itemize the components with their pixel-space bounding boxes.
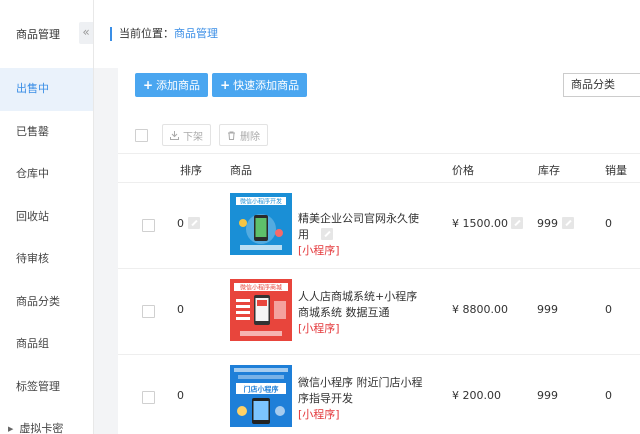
breadcrumb: 当前位置：商品管理 (110, 27, 218, 41)
product-thumbnail[interactable]: 微信小程序商城 (230, 279, 292, 341)
bulk-actions: 下架 删除 (135, 124, 268, 146)
add-product-button[interactable]: + 添加商品 (135, 73, 209, 97)
table-row: 0 微信小程序商城 人人店商城系统+小程序商城系统 数据互通 [小程序] ¥ 8… (118, 269, 640, 355)
thumbnail-caption: 门店小程序 (244, 385, 279, 394)
sales-value: 0 (605, 217, 612, 230)
product-title-cell: 人人店商城系统+小程序商城系统 数据互通 [小程序] (298, 289, 426, 337)
price-value: ¥ 1500.00 (452, 217, 508, 230)
product-thumbnail[interactable]: 门店小程序 (230, 365, 292, 427)
price-value: ¥ 8800.00 (452, 303, 508, 316)
product-title-cell: 精美企业公司官网永久使用 [小程序] (298, 211, 426, 259)
delete-label: 删除 (240, 131, 260, 143)
select-all-checkbox[interactable] (135, 128, 148, 142)
header-price[interactable]: 价格 (452, 162, 474, 178)
sidebar-item-label: 虚拟卡密 (19, 422, 64, 434)
sort-value: 0 (177, 217, 184, 230)
sidebar-item-groups[interactable]: 商品组 (0, 323, 93, 366)
sales-value: 0 (605, 303, 612, 316)
sidebar-item-warehouse[interactable]: 仓库中 (0, 153, 93, 196)
product-tag: [小程序] (298, 244, 340, 257)
header-sort[interactable]: 排序 (180, 162, 202, 178)
row-checkbox[interactable] (142, 305, 155, 318)
edit-icon[interactable] (561, 217, 574, 229)
stock-cell: 999 (537, 217, 574, 230)
product-thumbnail[interactable]: 微信小程序开发 (230, 193, 292, 255)
table-row: 0 微信小程序开发 精美企业公司官网永久使用 [小程序] ¥ 1500.00 9… (118, 183, 640, 269)
product-title[interactable]: 微信小程序 附近门店小程序指导开发 (298, 376, 423, 405)
stock-value: 999 (537, 389, 558, 402)
quick-add-product-button[interactable]: + 快速添加商品 (212, 73, 308, 97)
table-header: 排序 商品 价格 库存 销量 (118, 153, 640, 183)
sort-cell: 0 (177, 303, 184, 316)
sidebar: 商品管理 « 出售中 已售罄 仓库中 回收站 待审核 商品分类 商品组 标签管理… (0, 0, 94, 434)
sidebar-title: 商品管理 (16, 28, 60, 41)
price-value: ¥ 200.00 (452, 389, 501, 402)
stock-value: 999 (537, 217, 558, 230)
plus-icon: + (220, 78, 231, 92)
price-cell: ¥ 1500.00 (452, 217, 524, 230)
product-tag: [小程序] (298, 322, 340, 335)
breadcrumb-current[interactable]: 商品管理 (174, 27, 218, 40)
product-tag: [小程序] (298, 408, 340, 421)
sidebar-item-tags[interactable]: 标签管理 (0, 366, 93, 409)
main-panel: + 添加商品 + 快速添加商品 商品分类 下架 删除 排序 商品 价格 库存 销量 … (118, 50, 640, 434)
thumbnail-caption: 微信小程序商城 (240, 284, 282, 292)
edit-icon[interactable] (511, 217, 524, 229)
category-select[interactable]: 商品分类 (563, 73, 640, 97)
stock-value: 999 (537, 303, 558, 316)
plus-icon: + (143, 78, 154, 92)
offline-button[interactable]: 下架 (162, 124, 211, 146)
thumbnail-caption: 微信小程序开发 (240, 198, 282, 206)
sidebar-item-recycle-bin[interactable]: 回收站 (0, 196, 93, 239)
row-checkbox[interactable] (142, 391, 155, 404)
header-product: 商品 (230, 164, 252, 177)
edit-icon[interactable] (187, 217, 200, 229)
edit-icon[interactable] (320, 228, 333, 240)
table-row: 0 门店小程序 微信小程序 附近门店小程序指导开发 [小程序] ¥ 200.00… (118, 355, 640, 434)
sidebar-item-sold-out[interactable]: 已售罄 (0, 111, 93, 154)
sales-value: 0 (605, 389, 612, 402)
header-sales[interactable]: 销量 (605, 162, 627, 178)
sidebar-item-on-sale[interactable]: 出售中 (0, 68, 93, 111)
breadcrumb-label: 当前位置： (119, 27, 174, 40)
row-checkbox[interactable] (142, 219, 155, 232)
delete-button[interactable]: 删除 (219, 124, 268, 146)
header-stock[interactable]: 库存 (538, 162, 560, 178)
sort-cell: 0 (177, 389, 184, 402)
sidebar-item-pending-review[interactable]: 待审核 (0, 238, 93, 281)
sidebar-item-virtual-cards[interactable]: ▶ 虚拟卡密 (0, 408, 93, 434)
sort-value: 0 (177, 389, 184, 402)
toolbar: + 添加商品 + 快速添加商品 (135, 73, 308, 97)
product-title[interactable]: 精美企业公司官网永久使用 (298, 212, 419, 241)
sort-cell: 0 (177, 217, 200, 230)
add-product-label: 添加商品 (156, 79, 201, 92)
product-title-cell: 微信小程序 附近门店小程序指导开发 [小程序] (298, 375, 426, 423)
caret-right-icon: ▶ (8, 425, 14, 433)
sort-value: 0 (177, 303, 184, 316)
collapse-icon[interactable]: « (79, 22, 93, 44)
sidebar-header: 商品管理 « (0, 0, 93, 68)
download-icon (170, 130, 179, 140)
trash-icon (228, 131, 235, 140)
quick-add-product-label: 快速添加商品 (233, 79, 300, 92)
product-title[interactable]: 人人店商城系统+小程序商城系统 数据互通 (298, 290, 417, 319)
sidebar-item-categories[interactable]: 商品分类 (0, 281, 93, 324)
offline-label: 下架 (183, 131, 203, 143)
